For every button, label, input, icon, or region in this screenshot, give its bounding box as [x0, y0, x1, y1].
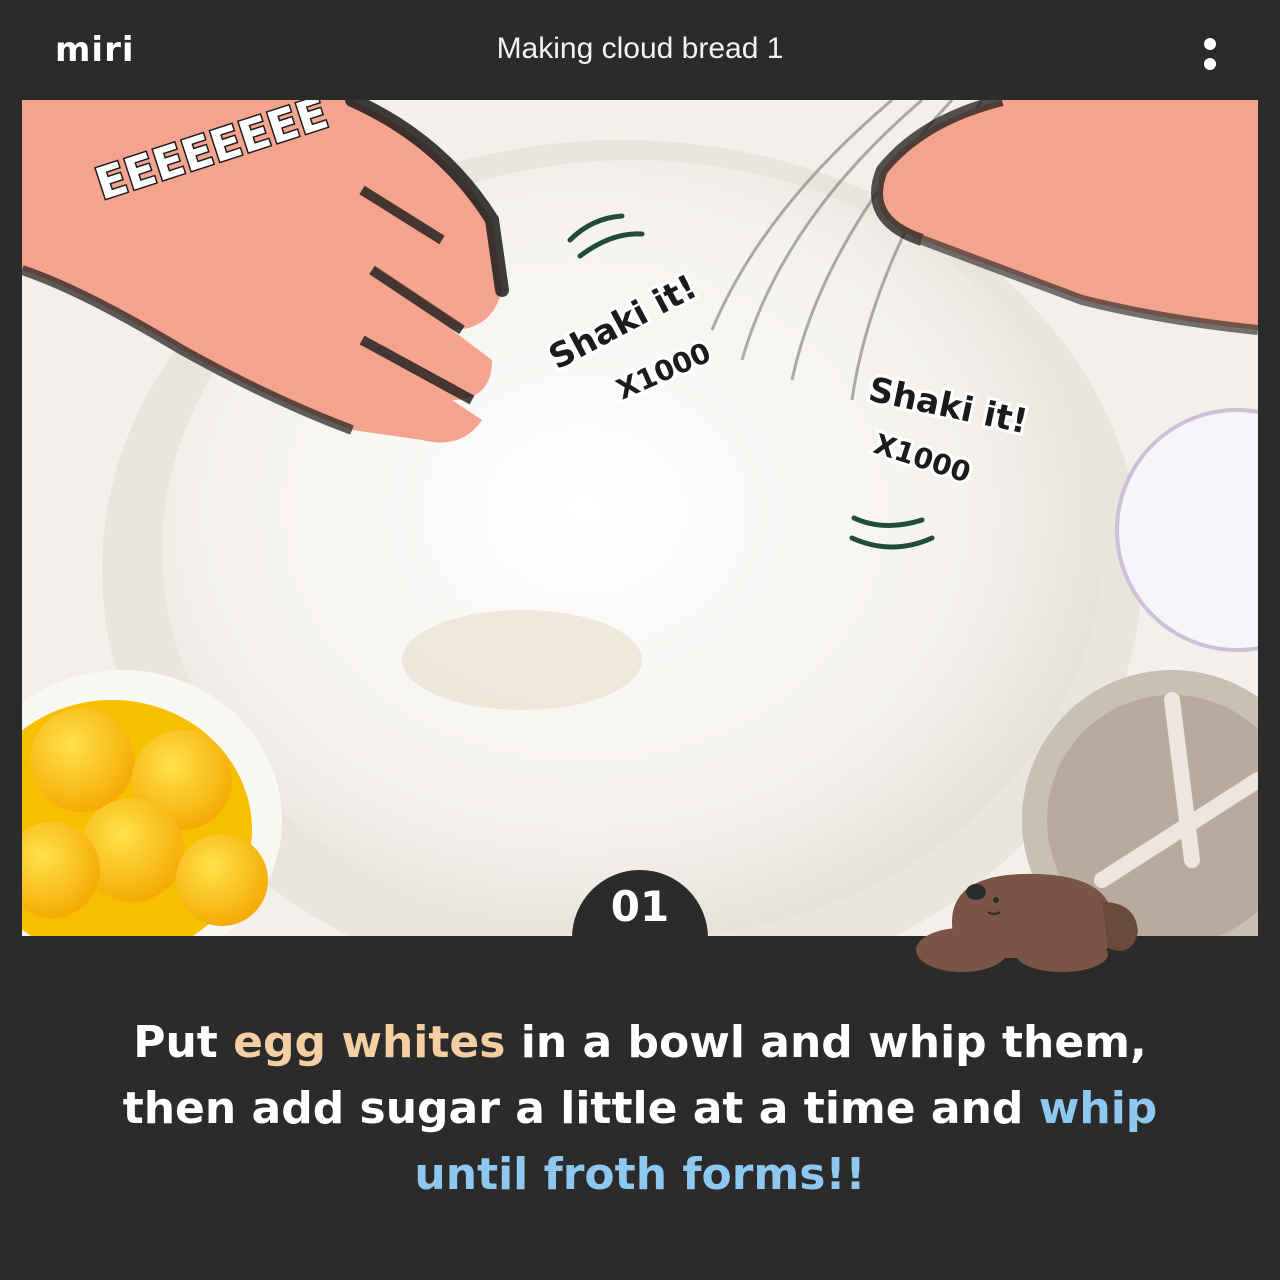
top-bar: miri Making cloud bread 1 — [0, 0, 1280, 100]
caption-highlight-whip: whip — [1038, 1083, 1158, 1134]
caption-line-2: then add sugar a little at a time and wh… — [80, 1076, 1200, 1142]
more-options-button[interactable] — [1194, 32, 1226, 76]
caption-text: then add sugar a little at a time and — [122, 1083, 1039, 1134]
step-caption: Put egg whites in a bowl and whip them, … — [80, 1010, 1200, 1208]
page-title: Making cloud bread 1 — [496, 32, 784, 65]
caption-highlight-froth: until froth forms!! — [414, 1149, 866, 1200]
recipe-illustration: EEEEEEEE Shaki it! X1000 Shaki it! X1000 — [22, 100, 1258, 936]
step-number: 01 — [610, 882, 670, 931]
mascot-dog-icon — [916, 873, 1138, 972]
more-dot-icon — [1204, 38, 1216, 50]
caption-line-1: Put egg whites in a bowl and whip them, — [80, 1010, 1200, 1076]
caption-text: in a bowl and whip them, — [505, 1017, 1147, 1068]
more-dot-icon — [1204, 58, 1216, 70]
caption-highlight-egg-whites: egg whites — [233, 1017, 506, 1068]
caption-text: Put — [133, 1017, 234, 1068]
scene-svg: EEEEEEEE Shaki it! X1000 Shaki it! X1000 — [22, 100, 1258, 936]
egg-yolk — [30, 708, 134, 812]
caption-line-3: until froth forms!! — [80, 1142, 1200, 1208]
froth-shadow — [402, 610, 642, 710]
egg-yolk — [176, 834, 268, 926]
